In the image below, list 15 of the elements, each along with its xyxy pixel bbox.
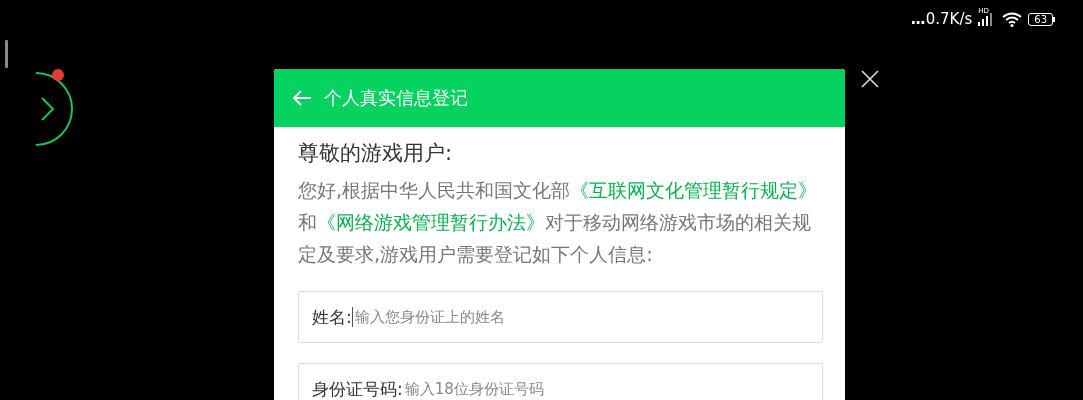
dialog-title: 个人真实信息登记 (324, 86, 468, 110)
text-input[interactable]: 输入您身份证上的姓名 (354, 308, 822, 326)
battery-icon: 63 (1028, 12, 1055, 26)
greeting: 尊敬的游戏用户: (298, 140, 454, 167)
side-handle[interactable] (5, 40, 8, 68)
text-input[interactable]: 输入18位身份证号码 (404, 380, 822, 398)
wifi-icon (1002, 11, 1023, 27)
field-label: 姓名: (312, 305, 352, 329)
intro-paragraph: 您好,根据中华人民共和国文化部《互联网文化管理暂行规定》 和《网络游戏管理暂行办法》对于移动网络游戏市场的相关规定及要求,游戏用户需要登记如下个人信息: (298, 178, 819, 268)
text-field[interactable]: 身份证号码:输入18位身份证号码 (298, 363, 823, 400)
network-speed: ...0.7K/s (910, 10, 973, 28)
field-label: 身份证号码: (312, 377, 403, 400)
floating-button-icon[interactable] (34, 67, 76, 149)
close-icon[interactable] (860, 69, 880, 89)
text-field[interactable]: 姓名: 输入您身份证上的姓名 (298, 291, 823, 343)
